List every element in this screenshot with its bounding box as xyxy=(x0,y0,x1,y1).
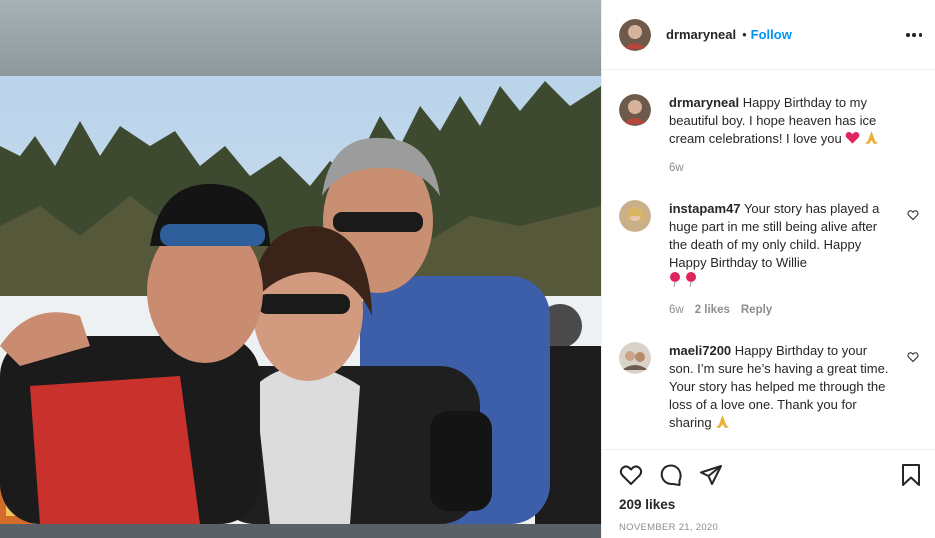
avatar-image xyxy=(619,18,651,51)
comment-meta: 6w 2 likes Reply xyxy=(669,304,772,316)
avatar[interactable] xyxy=(619,94,651,126)
red-heart-icon xyxy=(845,131,860,150)
avatar[interactable] xyxy=(619,18,651,51)
post-media[interactable] xyxy=(0,0,601,538)
like-comment-icon[interactable] xyxy=(907,351,919,363)
save-icon[interactable] xyxy=(899,463,923,487)
caption-timestamp[interactable]: 6w xyxy=(669,162,684,174)
comments-list: drmaryneal Happy Birthday to my beautifu… xyxy=(602,71,935,449)
post-header: drmaryneal • Follow xyxy=(602,0,935,70)
likes-count[interactable]: 209 likes xyxy=(619,497,675,512)
avatar-image xyxy=(619,94,651,126)
caption-text: drmaryneal Happy Birthday to my beautifu… xyxy=(669,94,891,150)
follow-button[interactable]: Follow xyxy=(751,27,792,42)
photo-illustration xyxy=(0,76,601,524)
share-icon[interactable] xyxy=(699,463,723,487)
reply-button[interactable]: Reply xyxy=(741,304,772,316)
post-username[interactable]: drmaryneal xyxy=(666,27,736,42)
folded-hands-icon xyxy=(864,130,879,150)
comment-likes[interactable]: 2 likes xyxy=(695,304,730,316)
avatar-image xyxy=(619,200,651,232)
like-icon[interactable] xyxy=(619,463,643,487)
comment-timestamp[interactable]: 6w xyxy=(669,304,684,316)
comment-icon[interactable] xyxy=(659,463,683,487)
comment-username[interactable]: instapam47 xyxy=(669,201,741,216)
comment-username[interactable]: maeli7200 xyxy=(669,343,731,358)
caption-username[interactable]: drmaryneal xyxy=(669,95,739,110)
media-letterbox-bottom xyxy=(0,524,601,538)
post-photo[interactable] xyxy=(0,76,601,524)
comment-text: maeli7200 Happy Birthday to your son. I’… xyxy=(669,342,891,434)
avatar[interactable] xyxy=(619,200,651,232)
balloon-icon xyxy=(685,272,697,292)
avatar[interactable] xyxy=(619,342,651,374)
caption-meta: 6w xyxy=(669,162,684,174)
post-actions: 209 likes NOVEMBER 21, 2020 xyxy=(602,449,935,538)
separator-dot: • xyxy=(742,27,747,42)
more-options-icon[interactable] xyxy=(906,27,922,43)
avatar-image xyxy=(619,342,651,374)
like-comment-icon[interactable] xyxy=(907,209,919,221)
post-date[interactable]: NOVEMBER 21, 2020 xyxy=(619,522,718,533)
folded-hands-icon xyxy=(715,414,730,434)
comment-text: instapam47 Your story has played a huge … xyxy=(669,200,891,292)
balloon-icon xyxy=(669,272,681,292)
post-side-panel: drmaryneal • Follow drmaryneal Happy Bir… xyxy=(601,0,935,538)
media-letterbox-top xyxy=(0,0,601,76)
